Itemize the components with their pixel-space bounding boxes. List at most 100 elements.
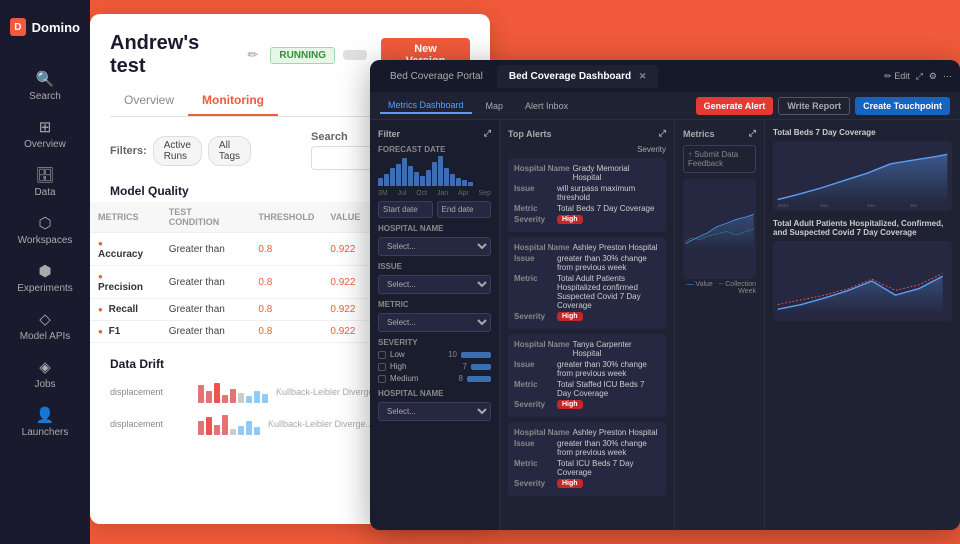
fbc-bar [462,180,467,186]
sidebar-item-model-apis[interactable]: ◇ Model APIs [0,302,90,350]
close-tab-icon[interactable]: ✕ [639,71,647,81]
hospital-name-label2: HOSPITAL NAME [378,389,491,398]
severity-high-checkbox[interactable] [378,363,386,371]
dashboard-top-bar: Metrics Dashboard Map Alert Inbox Genera… [370,92,960,120]
alert-metric-row: Metric Total Adult Patients Hospitalized… [514,274,660,310]
drift-bars-1 [198,381,268,403]
alert-issue-row: Issue greater than 30% change from previ… [514,254,660,272]
drift-bar [206,391,212,403]
severity-low-bar [461,352,491,358]
drift-bar [206,417,212,435]
fbc-bar [420,176,425,186]
chart-1-area: 2024 Nov Dec Jan [773,141,952,211]
sidebar-item-label: Jobs [34,379,55,390]
condition-cell: Greater than [161,321,251,343]
severity-low-checkbox[interactable] [378,351,386,359]
drift-bar [246,396,252,403]
severity-medium-bar [467,376,491,382]
top-tab-map[interactable]: Map [478,99,512,113]
condition-cell: Greater than [161,233,251,266]
write-report-button[interactable]: Write Report [778,97,850,115]
sidebar-item-jobs[interactable]: ◈ Jobs [0,350,90,398]
start-date-field[interactable]: Start date [378,201,433,218]
alert-metric-row: Metric Total Staffed ICU Beds 7 Day Cove… [514,380,660,398]
dashboard-actions: Generate Alert Write Report Create Touch… [696,97,950,115]
metric-dot: ● [98,239,103,248]
fbc-bar [402,158,407,186]
sidebar-item-search[interactable]: 🔍 Search [0,62,90,110]
sidebar-item-launchers[interactable]: 👤 Launchers [0,398,90,446]
alert-severity-row: Severity High [514,400,660,409]
sidebar-logo[interactable]: D Domino [0,12,90,42]
fbc-bar [450,174,455,186]
settings-icon[interactable]: ⚙ [929,71,937,82]
generate-alert-button[interactable]: Generate Alert [696,97,774,115]
dashboard-body: Filter ⤢ FORECAST DATE [370,120,960,530]
severity-label: Severity [508,145,666,154]
data-icon: 🗄 [35,166,54,184]
overview-icon: ⊞ [39,118,52,136]
threshold-cell: 0.8 [250,233,322,266]
severity-badge: High [557,400,583,409]
drift-bar [230,389,236,403]
issue-select[interactable]: Select... [378,275,491,294]
metric-name: Precision [98,282,143,293]
drift-bar [262,394,268,403]
sidebar-item-workspaces[interactable]: ⬡ Workspaces [0,206,90,254]
placeholder-button[interactable] [343,50,367,60]
fbc-bar [378,178,383,186]
chart-legend: — Value -- Collection Week [683,281,756,295]
sidebar-item-overview[interactable]: ⊞ Overview [0,110,90,158]
metric-select[interactable]: Select... [378,313,491,332]
sidebar: D Domino 🔍 Search ⊞ Overview 🗄 Data ⬡ Wo… [0,0,90,544]
severity-low-label: Low [390,350,444,359]
metrics-chart-svg [683,179,756,279]
more-icon[interactable]: ⋯ [943,71,952,82]
alert-hospital-row: Hospital Name Tanya Carpenter Hospital [514,340,660,358]
share-icon[interactable]: ⤢ [916,71,923,82]
sidebar-item-label: Workspaces [18,235,73,246]
edit-icon[interactable]: ✏ [247,47,258,63]
metrics-expand-icon[interactable]: ⤢ [749,128,756,139]
alert-hospital-row: Hospital Name Ashley Preston Hospital [514,428,660,437]
filters-row: Filters: Active Runs All Tags [90,117,271,178]
tab-overview[interactable]: Overview [110,86,188,116]
sidebar-item-data[interactable]: 🗄 Data [0,158,90,206]
alert-severity-row: Severity High [514,479,660,488]
tab-monitoring[interactable]: Monitoring [188,86,278,116]
metric-name: F1 [109,326,121,337]
fbc-bar [384,174,389,186]
forecast-bar-chart [378,156,491,186]
tab-bed-coverage-dashboard[interactable]: Bed Coverage Dashboard ✕ [497,65,659,88]
severity-high-label: High [390,362,459,371]
filter-expand-icon[interactable]: ⤢ [484,128,491,139]
hospital-name-select2[interactable]: Select... [378,402,491,421]
submit-data-feedback-btn[interactable]: ↑ Submit Data Feedback [683,145,756,173]
drift-bar [254,427,260,435]
svg-text:Nov: Nov [820,203,829,208]
domino-logo-icon: D [10,18,26,36]
value-cell: 0.922 [322,299,368,321]
create-touchpoint-button[interactable]: Create Touchpoint [855,97,950,115]
severity-high-row: High 7 [378,362,491,371]
page-title: Andrew's test [110,32,239,78]
top-tab-alert-inbox[interactable]: Alert Inbox [517,99,576,113]
fbc-bar [396,164,401,186]
sidebar-item-experiments[interactable]: ⬢ Experiments [0,254,90,302]
filter-chip-active-runs[interactable]: Active Runs [153,136,202,166]
drift-label-1: displacement [110,387,190,397]
severity-medium-checkbox[interactable] [378,375,386,383]
end-date-field[interactable]: End date [437,201,492,218]
tab-bed-coverage-portal[interactable]: Bed Coverage Portal [378,65,495,88]
date-row: Start date End date [378,201,491,218]
alerts-column: Top Alerts ⤢ Severity Hospital Name Grad… [500,120,675,530]
alerts-expand-icon[interactable]: ⤢ [659,128,666,139]
drift-bar [238,393,244,403]
fbc-bar [414,172,419,186]
edit-link[interactable]: ✏ Edit [884,71,910,82]
chart-1-svg: 2024 Nov Dec Jan [773,141,952,211]
hospital-name-select[interactable]: Select... [378,237,491,256]
filters-label: Filters: [110,145,147,157]
filter-chip-all-tags[interactable]: All Tags [208,136,251,166]
top-tab-metrics[interactable]: Metrics Dashboard [380,98,472,114]
